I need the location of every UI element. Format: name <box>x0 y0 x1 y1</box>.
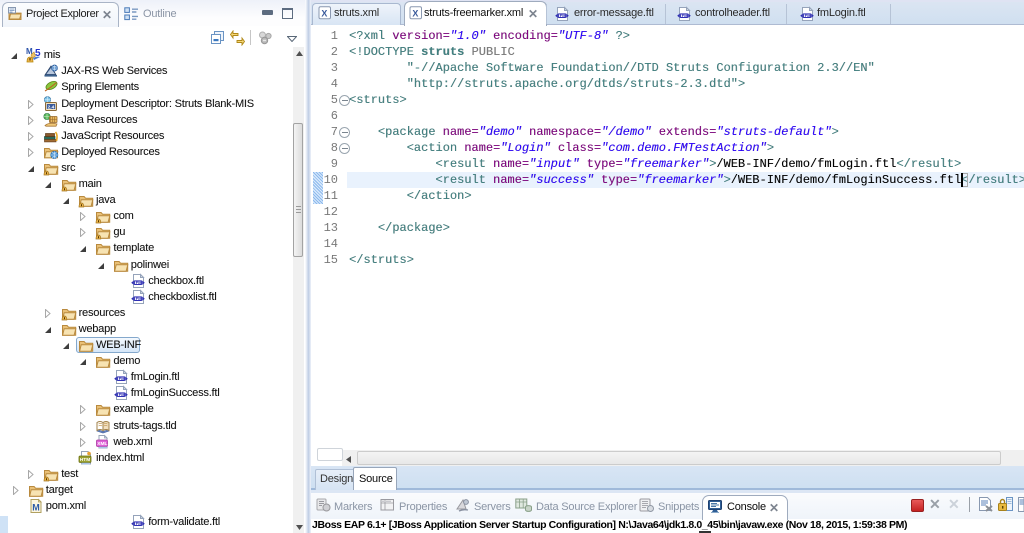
svg-text:FM: FM <box>805 13 811 18</box>
svg-text:FM: FM <box>119 376 125 381</box>
svg-text:X: X <box>321 8 327 18</box>
svg-text:XML: XML <box>98 441 108 447</box>
svg-text:M: M <box>32 503 40 513</box>
svg-text:FM: FM <box>682 13 688 18</box>
svg-text:HTM: HTM <box>80 457 90 463</box>
svg-text:FM: FM <box>119 392 125 397</box>
svg-text:2.4: 2.4 <box>48 104 55 110</box>
svg-text:X: X <box>412 8 418 18</box>
svg-text:FM: FM <box>136 521 142 526</box>
svg-text:FM: FM <box>136 279 142 284</box>
svg-text:FM: FM <box>136 296 142 301</box>
svg-text:FM: FM <box>560 13 566 18</box>
